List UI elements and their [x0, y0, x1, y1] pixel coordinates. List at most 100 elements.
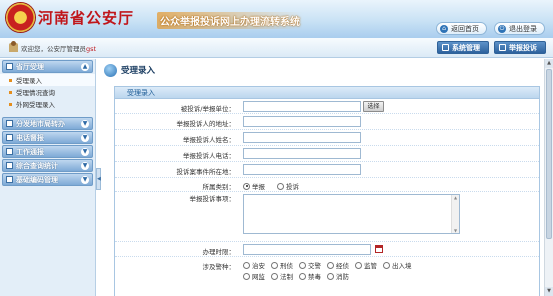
sidebar-section-codes[interactable]: 基础编码管理 ▼: [2, 173, 93, 186]
system-management-button[interactable]: 系统管理: [437, 41, 489, 54]
radio-checked-icon: [243, 182, 250, 190]
radio-label: 经侦: [336, 262, 349, 270]
home-button-label: 返回首页: [451, 24, 479, 33]
radio-unchecked-icon: [271, 261, 278, 269]
name-input[interactable]: [243, 132, 361, 143]
row-matter: 举报投诉事项：: [115, 192, 539, 242]
page-title: 受理录入: [121, 66, 156, 76]
police-option-economic[interactable]: 经侦: [327, 260, 349, 270]
phone-input[interactable]: [243, 148, 361, 159]
radio-unchecked-icon: [327, 261, 334, 269]
police-option-security[interactable]: 治安: [243, 260, 265, 270]
chevron-down-icon: ▼: [81, 133, 89, 142]
police-option-fire[interactable]: 消防: [327, 271, 349, 281]
radio-label: 治安: [252, 262, 265, 270]
radio-label: 法制: [280, 273, 293, 281]
matter-label: 举报投诉事项：: [189, 195, 236, 203]
police-option-criminal[interactable]: 刑侦: [271, 260, 293, 270]
scroll-up-icon[interactable]: ▲: [545, 59, 553, 68]
radio-unchecked-icon: [243, 261, 250, 269]
radio-label: 监管: [364, 262, 377, 270]
welcome-label: 欢迎您，公安厅管理员: [21, 45, 86, 53]
category-report-radio[interactable]: 举报: [243, 181, 265, 191]
username: gst: [86, 45, 97, 53]
sidebar-section-provincial[interactable]: 省厅受理 ▲: [2, 60, 93, 73]
chevron-down-icon: ▼: [81, 175, 89, 184]
home-button[interactable]: ⌂ 返回首页: [436, 22, 487, 35]
logout-button[interactable]: ⏻ 退出登录: [494, 22, 545, 35]
scrollbar-thumb[interactable]: [546, 69, 552, 239]
sidebar-item-label: 外网受理录入: [16, 101, 55, 109]
unit-input[interactable]: [243, 101, 361, 112]
textarea-scrollbar[interactable]: [451, 195, 459, 233]
calendar-icon[interactable]: [375, 245, 383, 253]
row-location: 投诉案事件所在地：: [115, 162, 539, 178]
sidebar-item-query[interactable]: 受理情况查询: [0, 86, 95, 98]
row-time: 办理时限：: [115, 242, 539, 257]
site-title: 河南省公安厅: [38, 9, 135, 27]
scroll-down-icon[interactable]: ▼: [545, 287, 553, 296]
page-scrollbar[interactable]: ▲ ▼: [544, 59, 553, 296]
power-icon: ⏻: [498, 24, 506, 33]
entry-form: 受理录入 被投诉/举报单位： 选择 举报投诉人的地址： 举报投诉人姓名： 举报投…: [114, 86, 540, 296]
sidebar-section-statistics[interactable]: 综合查询统计 ▼: [2, 159, 93, 172]
radio-unchecked-icon: [271, 272, 278, 280]
radio-label: 刑侦: [280, 262, 293, 270]
unit-label: 被投诉/举报单位：: [180, 105, 235, 113]
police-emblem-icon: [6, 3, 35, 32]
radio-unchecked-icon: [243, 272, 250, 280]
row-category: 所属类别： 举报 投诉: [115, 178, 539, 192]
sidebar: 省厅受理 ▲ 受理录入 受理情况查询 外网受理录入 分发地市局转办 ▼ 电话督报…: [0, 59, 96, 296]
chevron-up-icon: ▲: [81, 62, 89, 71]
location-input[interactable]: [243, 164, 361, 175]
section-icon: [6, 63, 13, 70]
time-label: 办理时限：: [202, 248, 236, 256]
select-unit-button[interactable]: 选择: [363, 101, 384, 112]
sidebar-collapse-handle[interactable]: ◀: [96, 168, 101, 190]
category-complaint-radio[interactable]: 投诉: [277, 181, 299, 191]
sidebar-item-label: 受理录入: [16, 77, 42, 85]
row-name: 举报投诉人姓名：: [115, 130, 539, 146]
sidebar-section-label: 工作通报: [16, 147, 44, 156]
police-option-immigration[interactable]: 出入境: [383, 260, 412, 270]
address-input[interactable]: [243, 116, 361, 127]
chevron-down-icon: ▼: [81, 147, 89, 156]
main-content: 受理录入 受理录入 被投诉/举报单位： 选择 举报投诉人的地址： 举报投诉人姓名…: [102, 59, 544, 296]
sidebar-section-label: 电话督报: [16, 133, 44, 142]
time-input[interactable]: [243, 244, 371, 255]
radio-label: 消防: [336, 273, 349, 281]
sidebar-section-bulletin[interactable]: 工作通报 ▼: [2, 145, 93, 158]
sidebar-section-label: 省厅受理: [16, 62, 44, 71]
document-icon: [499, 44, 506, 51]
police-option-legal[interactable]: 法制: [271, 271, 293, 281]
matter-textarea[interactable]: [243, 194, 460, 234]
page-header: 受理录入: [104, 62, 155, 78]
sidebar-item-entry[interactable]: 受理录入: [0, 74, 95, 86]
police-option-internet[interactable]: 网监: [243, 271, 265, 281]
row-police: 涉及警种： 治安 刑侦 交警 经侦 监管 出入境 网监 法制 禁毒 消防: [115, 257, 539, 283]
chevron-down-icon: ▼: [81, 119, 89, 128]
police-option-supervision[interactable]: 监管: [355, 260, 377, 270]
settings-icon: [442, 44, 449, 51]
sidebar-section-distribute[interactable]: 分发地市局转办 ▼: [2, 117, 93, 130]
radio-unchecked-icon: [277, 182, 284, 190]
app-header: 河南省公安厅 公众举报投诉网上办理流转系统 ⌂ 返回首页 ⏻ 退出登录: [0, 0, 553, 38]
report-complaint-label: 举报投诉: [509, 43, 537, 52]
bullet-icon: [9, 102, 12, 106]
police-option-traffic[interactable]: 交警: [299, 260, 321, 270]
row-unit: 被投诉/举报单位： 选择: [115, 99, 539, 114]
report-complaint-button[interactable]: 举报投诉: [494, 41, 546, 54]
radio-unchecked-icon: [299, 261, 306, 269]
sidebar-section-label: 分发地市局转办: [16, 119, 65, 128]
welcome-text: 欢迎您，公安厅管理员gst: [21, 43, 96, 53]
bullet-icon: [9, 78, 12, 82]
row-address: 举报投诉人的地址：: [115, 114, 539, 130]
radio-label: 交警: [308, 262, 321, 270]
section-icon: [6, 162, 13, 169]
sidebar-item-external-entry[interactable]: 外网受理录入: [0, 98, 95, 110]
radio-unchecked-icon: [327, 272, 334, 280]
address-label: 举报投诉人的地址：: [176, 120, 236, 128]
sidebar-section-phone[interactable]: 电话督报 ▼: [2, 131, 93, 144]
location-label: 投诉案事件所在地：: [176, 168, 236, 176]
police-option-narcotics[interactable]: 禁毒: [299, 271, 321, 281]
